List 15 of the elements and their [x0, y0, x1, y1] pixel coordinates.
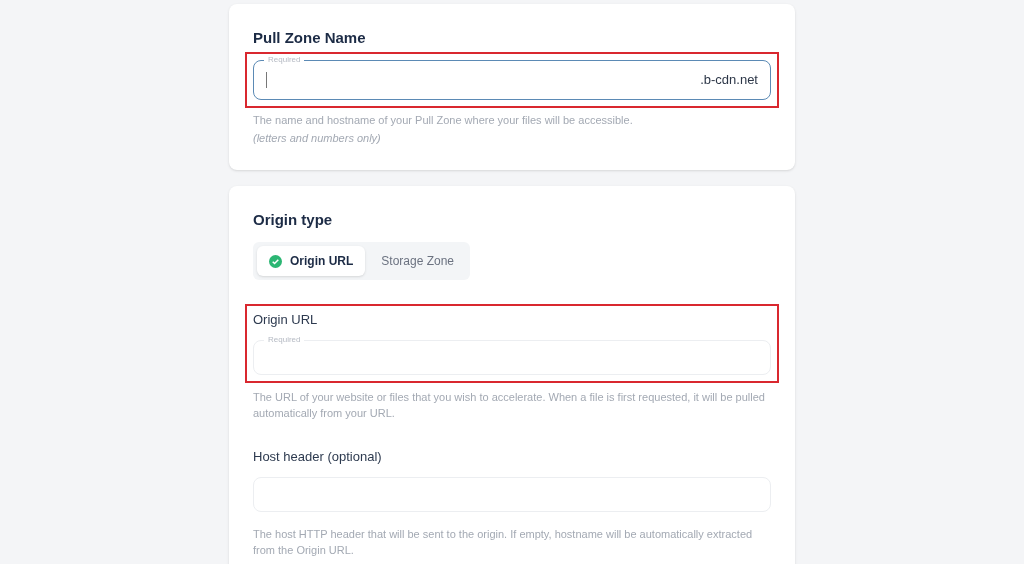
field-label: Origin URL	[253, 312, 319, 328]
floating-label: Required	[264, 334, 305, 346]
help-text: The host HTTP header that will be sent to the origin. If empty, hostname will be automatically extracted from the Origin URL.	[253, 527, 754, 558]
origin-type-tab[interactable]: Origin URL	[257, 246, 366, 276]
field-label: Host header (optional)	[253, 449, 383, 465]
help-text: The URL of your website or files that you wish to accelerate. When a file is first requested, it will be pulled automatically from your URL.	[253, 390, 766, 421]
help-note: (letters and numbers only)	[253, 131, 382, 146]
domain-suffix: .b-cdn.net	[700, 71, 758, 90]
section-title: Pull Zone Name	[253, 28, 367, 48]
check-circle-icon	[269, 254, 282, 268]
origin-type-tab[interactable]: Storage Zone	[369, 246, 467, 276]
text-cursor	[266, 72, 267, 88]
section-title: Origin type	[253, 210, 334, 230]
help-text: The name and hostname of your Pull Zone where your files will be accessible.	[253, 113, 634, 128]
floating-label: Required	[264, 54, 305, 66]
